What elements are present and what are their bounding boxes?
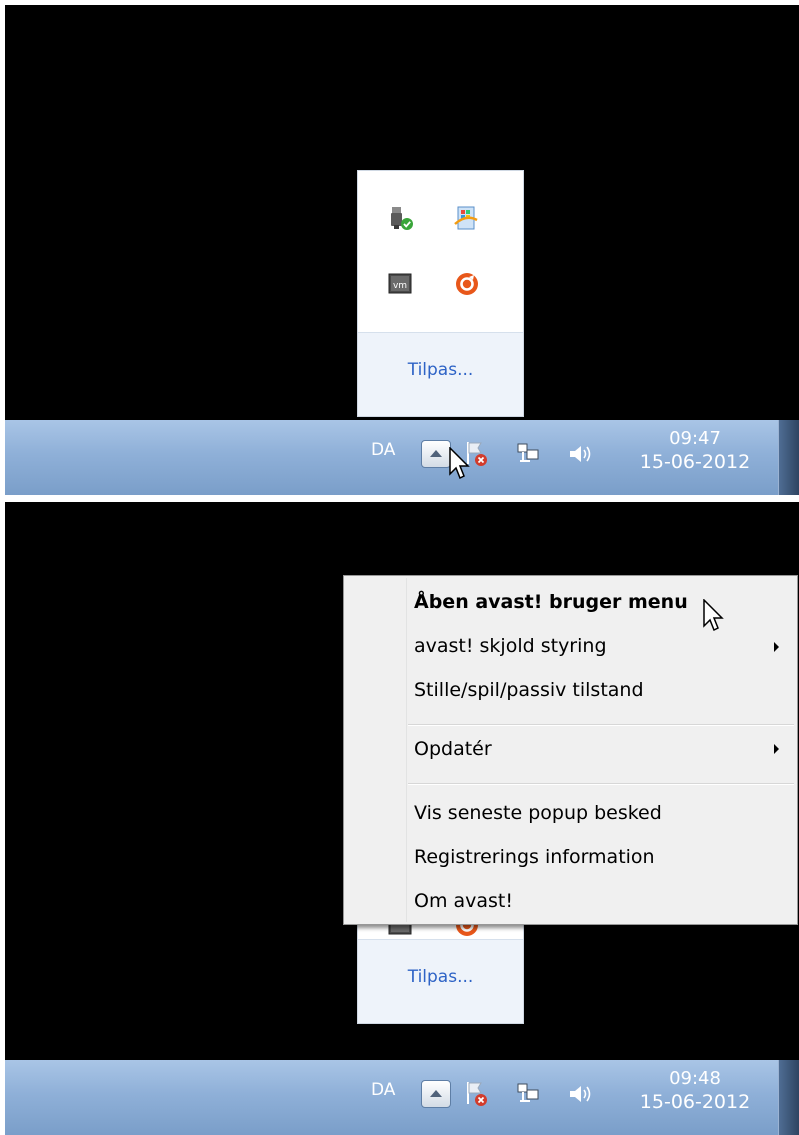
network-icon[interactable] xyxy=(515,1080,541,1108)
action-center-icon[interactable] xyxy=(463,1080,489,1108)
clock-date: 15-06-2012 xyxy=(639,450,751,473)
show-desktop-button[interactable] xyxy=(778,1060,799,1135)
menu-gutter xyxy=(406,578,407,922)
language-indicator[interactable]: DA xyxy=(371,1080,395,1100)
menu-item-registration-info[interactable]: Registrerings information xyxy=(408,839,788,875)
taskbar: DA xyxy=(5,420,799,495)
svg-text:vm: vm xyxy=(393,281,407,291)
menu-separator xyxy=(408,783,794,785)
show-hidden-icons-button[interactable] xyxy=(421,440,451,468)
menu-item-open-avast-user-menu[interactable]: Åben avast! bruger menu xyxy=(408,584,788,620)
mouse-cursor xyxy=(703,598,727,635)
language-indicator[interactable]: DA xyxy=(371,440,395,460)
avast-icon[interactable] xyxy=(454,271,480,297)
taskbar: DA xyxy=(5,1060,799,1135)
clock[interactable]: 09:47 15-06-2012 xyxy=(620,428,770,474)
volume-icon[interactable] xyxy=(567,440,593,468)
screenshot-after: Tilpas... DA 09:48 15-06-2012 Åben avast… xyxy=(5,502,799,1135)
overflow-footer: Tilpas... xyxy=(358,939,523,1023)
screenshot-before: vm Tilpas... DA 09:47 15-06-2012 xyxy=(5,5,799,495)
clock-time: 09:47 xyxy=(669,428,721,449)
chevron-up-icon xyxy=(430,1090,442,1097)
avast-context-menu: Åben avast! bruger menu avast! skjold st… xyxy=(343,575,798,925)
menu-item-silent-game-passive-mode[interactable]: Stille/spil/passiv tilstand xyxy=(408,672,788,708)
network-icon[interactable] xyxy=(515,440,541,468)
submenu-arrow-icon xyxy=(774,744,779,754)
show-hidden-icons-button[interactable] xyxy=(421,1080,451,1108)
volume-icon[interactable] xyxy=(567,1080,593,1108)
customize-link[interactable]: Tilpas... xyxy=(358,360,523,380)
avast-icon[interactable] xyxy=(454,923,480,937)
usb-safe-remove-icon[interactable] xyxy=(388,206,414,232)
overflow-footer: Tilpas... xyxy=(358,332,523,416)
vmware-tools-icon[interactable] xyxy=(388,923,414,937)
windows-update-icon[interactable] xyxy=(453,204,479,230)
submenu-arrow-icon xyxy=(774,642,779,652)
vmware-tools-icon[interactable]: vm xyxy=(388,271,414,297)
customize-link[interactable]: Tilpas... xyxy=(358,967,523,987)
show-desktop-button[interactable] xyxy=(778,420,799,495)
menu-item-update[interactable]: Opdatér xyxy=(408,731,788,767)
notification-overflow-popup: vm Tilpas... xyxy=(357,170,524,417)
menu-item-show-last-popup[interactable]: Vis seneste popup besked xyxy=(408,795,788,831)
mouse-cursor xyxy=(449,446,473,483)
menu-item-avast-shield-control[interactable]: avast! skjold styring xyxy=(408,628,788,664)
menu-item-about-avast[interactable]: Om avast! xyxy=(408,883,788,919)
chevron-up-icon xyxy=(430,450,442,457)
clock[interactable]: 09:48 15-06-2012 xyxy=(620,1068,770,1114)
menu-separator xyxy=(408,724,794,726)
clock-time: 09:48 xyxy=(669,1068,721,1089)
clock-date: 15-06-2012 xyxy=(639,1090,751,1113)
